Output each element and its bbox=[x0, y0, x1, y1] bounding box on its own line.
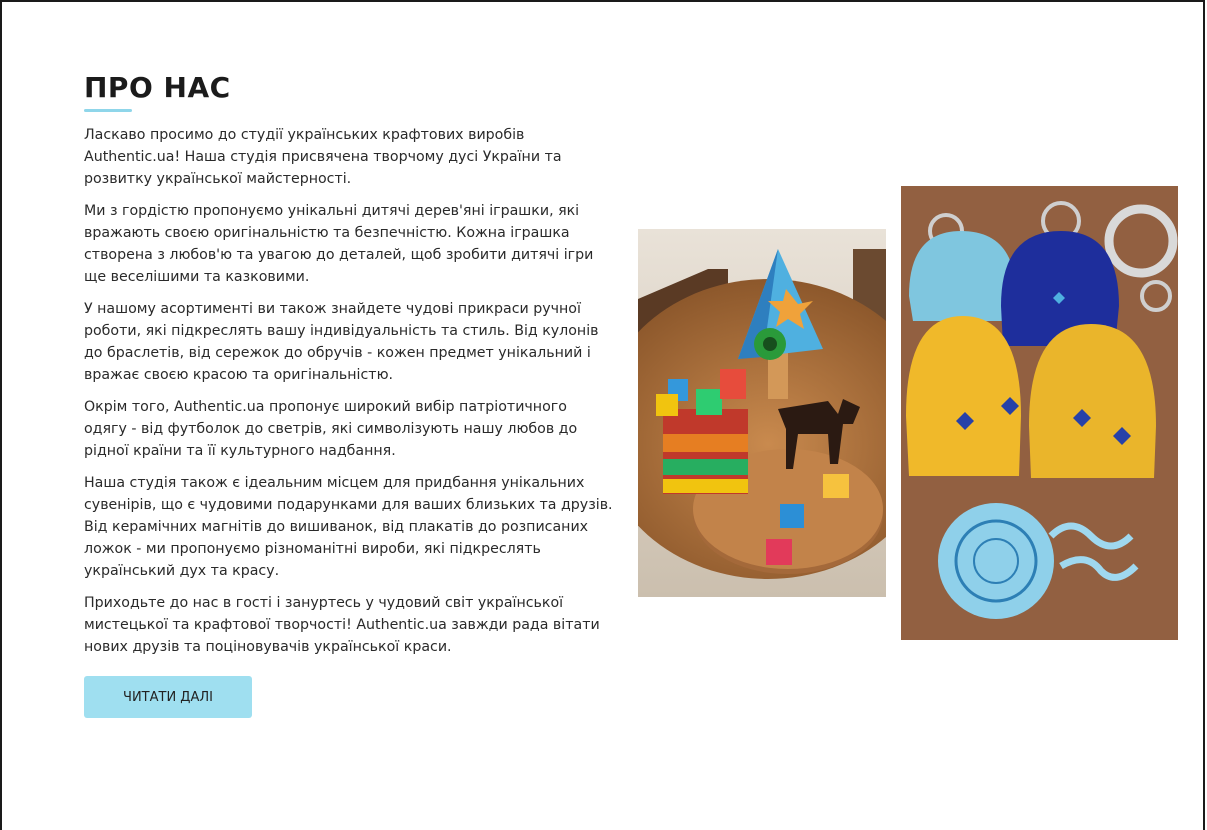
about-paragraph-5: Наша студія також є ідеальним місцем для… bbox=[84, 475, 613, 579]
section-title: ПРО НАС bbox=[84, 71, 231, 104]
about-section: ПРО НАС Ласкаво просимо до студії україн… bbox=[84, 66, 614, 718]
about-paragraph-2: Ми з гордістю пропонуємо унікальні дитяч… bbox=[84, 203, 594, 285]
about-paragraph-1: Ласкаво просимо до студії українських кр… bbox=[84, 127, 562, 187]
knitted-hats-image bbox=[901, 186, 1178, 640]
about-paragraph-3: У нашому асортименті ви також знайдете ч… bbox=[84, 301, 599, 383]
wooden-toys-image bbox=[638, 229, 886, 597]
about-paragraph-4: Окрім того, Authentic.ua пропонує широки… bbox=[84, 399, 578, 459]
read-more-button[interactable]: ЧИТАТИ ДАЛІ bbox=[84, 676, 252, 718]
about-paragraph-6: Приходьте до нас в гості і зануртесь у ч… bbox=[84, 595, 600, 655]
